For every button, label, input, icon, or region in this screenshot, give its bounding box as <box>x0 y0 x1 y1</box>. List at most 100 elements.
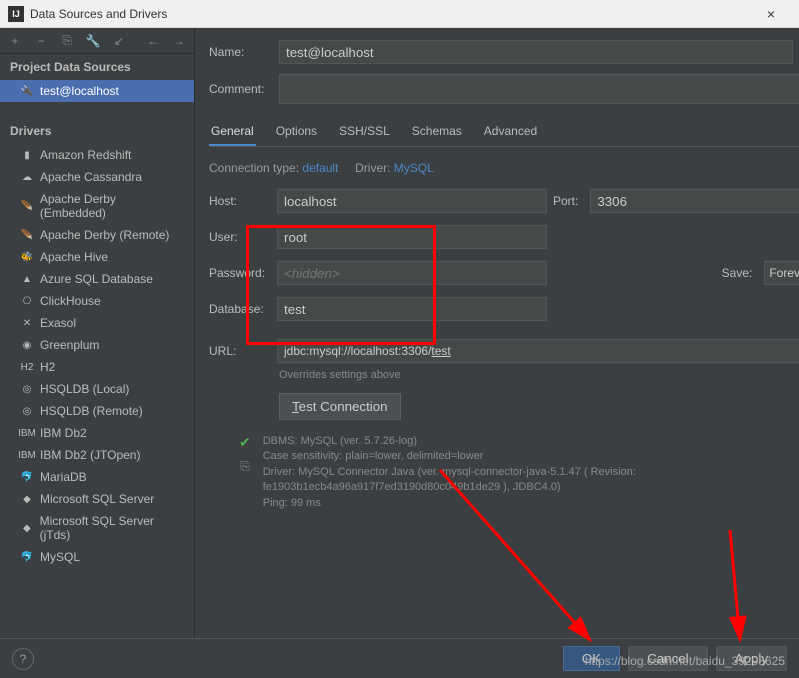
apply-button[interactable]: Apply <box>716 646 787 671</box>
info-ping: Ping: 99 ms <box>263 496 683 511</box>
help-button[interactable]: ? <box>12 648 34 670</box>
tab-general[interactable]: General <box>209 118 256 146</box>
driver-item[interactable]: ⎔ClickHouse <box>0 290 194 312</box>
driver-icon: ◆ <box>20 521 34 535</box>
driver-item[interactable]: 🐬MySQL <box>0 546 194 568</box>
window-title: Data Sources and Drivers <box>30 7 751 21</box>
driver-label: Greenplum <box>40 338 99 352</box>
name-input[interactable] <box>279 40 793 64</box>
driver-item[interactable]: ◎HSQLDB (Remote) <box>0 400 194 422</box>
driver-icon: ⎔ <box>20 294 34 308</box>
driver-item[interactable]: ◎ HSQLDB (Local) <box>0 378 194 400</box>
tab-options[interactable]: Options <box>274 118 319 146</box>
url-label: URL: <box>209 344 271 358</box>
driver-label: Exasol <box>40 316 76 330</box>
comment-input[interactable]: ⤢ <box>279 74 799 104</box>
driver-label: HSQLDB (Local) <box>40 382 129 396</box>
name-label: Name: <box>209 45 279 59</box>
datasource-icon: 🔌 <box>20 84 34 98</box>
connection-info: ✔ ⎘ DBMS: MySQL (ver. 5.7.26-log) Case s… <box>239 434 799 511</box>
driver-icon: ✕ <box>20 316 34 330</box>
driver-item[interactable]: 🪶Apache Derby (Embedded) <box>0 188 194 224</box>
password-label: Password: <box>209 266 271 280</box>
driver-icon: 🐝 <box>20 250 34 264</box>
driver-icon: ◎ <box>20 404 34 418</box>
driver-label: Microsoft SQL Server (jTds) <box>40 514 184 542</box>
driver-label: Apache Cassandra <box>40 170 142 184</box>
remove-icon[interactable]: − <box>32 32 50 50</box>
tab-schemas[interactable]: Schemas <box>410 118 464 146</box>
database-label: Database: <box>209 302 271 316</box>
tab-advanced[interactable]: Advanced <box>482 118 539 146</box>
driver-link[interactable]: MySQL <box>394 161 434 175</box>
driver-item[interactable]: 🪶Apache Derby (Remote) <box>0 224 194 246</box>
footer: ? OK Cancel Apply <box>0 638 799 678</box>
driver-icon: 🪶 <box>20 199 34 213</box>
driver-item[interactable]: H2 H2 <box>0 356 194 378</box>
content-panel: Name: ⚙ Reset Comment: ⤢ General Options… <box>195 28 799 638</box>
group-icon[interactable]: ↙ <box>110 32 128 50</box>
host-label: Host: <box>209 194 271 208</box>
driver-icon: ☁ <box>20 170 34 184</box>
user-input[interactable] <box>277 225 547 249</box>
driver-label: IBM Db2 (JTOpen) <box>40 448 140 462</box>
drivers-header: Drivers <box>0 118 194 144</box>
port-label: Port: <box>553 194 578 208</box>
user-label: User: <box>209 230 271 244</box>
cancel-button[interactable]: Cancel <box>628 646 708 671</box>
conn-type-link[interactable]: default <box>302 161 338 175</box>
info-case: Case sensitivity: plain=lower, delimited… <box>263 449 683 464</box>
driver-item[interactable]: 🐬MariaDB <box>0 466 194 488</box>
password-input[interactable] <box>277 261 547 285</box>
driver-icon: ◉ <box>20 338 34 352</box>
tab-ssh[interactable]: SSH/SSL <box>337 118 392 146</box>
database-input[interactable] <box>277 297 547 321</box>
ok-button[interactable]: OK <box>563 646 620 671</box>
conn-type-label: Connection type: <box>209 161 299 175</box>
driver-icon: IBM <box>20 426 34 440</box>
driver-item[interactable]: ◆ Microsoft SQL Server (jTds) <box>0 510 194 546</box>
url-input[interactable]: jdbc:mysql://localhost:3306/test <box>277 339 799 363</box>
host-input[interactable] <box>277 189 547 213</box>
comment-label: Comment: <box>209 82 279 96</box>
datasource-item[interactable]: 🔌 test@localhost <box>0 80 194 102</box>
driver-icon: 🐬 <box>20 550 34 564</box>
driver-item[interactable]: IBMIBM Db2 (JTOpen) <box>0 444 194 466</box>
driver-item[interactable]: IBM IBM Db2 <box>0 422 194 444</box>
driver-item[interactable]: 🐝 Apache Hive <box>0 246 194 268</box>
driver-item[interactable]: ▲ Azure SQL Database <box>0 268 194 290</box>
copy-info-icon[interactable]: ⎘ <box>240 459 250 474</box>
info-driver: Driver: MySQL Connector Java (ver. mysql… <box>263 465 683 496</box>
driver-item[interactable]: ▮Amazon Redshift <box>0 144 194 166</box>
driver-item[interactable]: ◆ Microsoft SQL Server <box>0 488 194 510</box>
driver-label: Apache Hive <box>40 250 108 264</box>
settings-icon[interactable]: 🔧 <box>84 32 102 50</box>
forward-icon[interactable]: → <box>170 32 188 50</box>
driver-label: MariaDB <box>40 470 87 484</box>
driver-icon: ▲ <box>20 272 34 286</box>
test-connection-button[interactable]: Test Connection <box>279 393 401 420</box>
driver-icon: ▮ <box>20 148 34 162</box>
driver-item[interactable]: ✕ Exasol <box>0 312 194 334</box>
titlebar: IJ Data Sources and Drivers × <box>0 0 799 28</box>
close-icon[interactable]: × <box>751 6 791 22</box>
driver-label: Azure SQL Database <box>40 272 153 286</box>
driver-label: H2 <box>40 360 55 374</box>
tabs: General Options SSH/SSL Schemas Advanced <box>209 118 799 147</box>
back-icon[interactable]: ← <box>144 32 162 50</box>
driver-item[interactable]: ☁ Apache Cassandra <box>0 166 194 188</box>
override-text: Overrides settings above <box>279 369 799 381</box>
copy-icon[interactable]: ⎘ <box>58 32 76 50</box>
driver-icon: ◆ <box>20 492 34 506</box>
save-select[interactable]: Forever▾ <box>764 261 799 285</box>
add-icon[interactable]: + <box>6 32 24 50</box>
datasource-label: test@localhost <box>40 84 119 98</box>
driver-icon: H2 <box>20 360 34 374</box>
driver-item[interactable]: ◉ Greenplum <box>0 334 194 356</box>
driver-icon: ◎ <box>20 382 34 396</box>
save-label: Save: <box>722 266 753 280</box>
driver-label: IBM Db2 <box>40 426 87 440</box>
drivers-list: ▮Amazon Redshift☁Apache Cassandra🪶Apache… <box>0 144 194 638</box>
port-input[interactable] <box>590 189 799 213</box>
driver-label: Microsoft SQL Server <box>40 492 154 506</box>
